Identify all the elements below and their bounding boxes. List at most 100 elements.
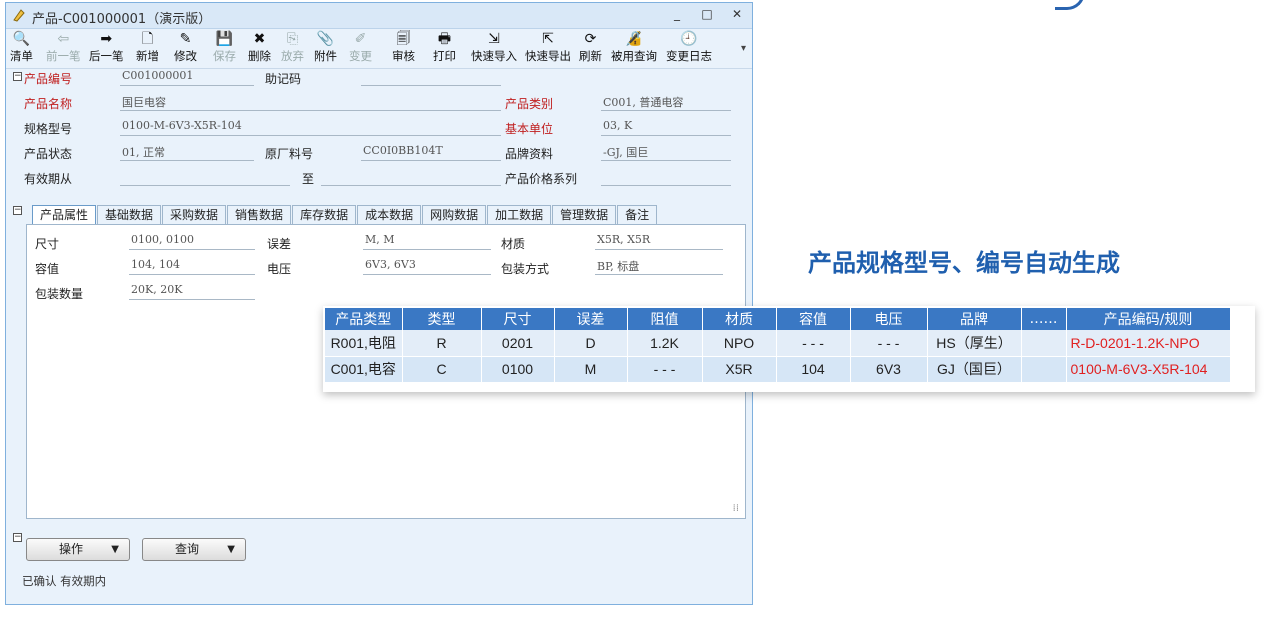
attachment-icon: 📎: [316, 31, 335, 47]
toolbar-button-16[interactable]: 🔏 被用查询: [611, 31, 657, 64]
tab-2[interactable]: 基础数据: [97, 205, 162, 224]
toolbar-button-8[interactable]: ⎘ 放弃: [281, 31, 304, 64]
toolbar-button-6[interactable]: 💾 保存: [213, 31, 236, 64]
valid-to-label: 至: [302, 172, 315, 186]
valid-from-label: 有效期从: [24, 172, 73, 186]
minimize-button[interactable]: _: [668, 7, 686, 23]
factory-part-no-label: 原厂料号: [265, 147, 314, 161]
tab-4[interactable]: 销售数据: [227, 205, 292, 224]
app-icon: [12, 8, 26, 22]
toolbar-button-label: 快速导入: [471, 49, 517, 63]
toolbar-button-3[interactable]: ➡ 后一笔: [89, 31, 124, 64]
print-icon: 🖶: [437, 31, 452, 47]
table-header-cell: 产品类型: [325, 308, 403, 330]
brand-label: 品牌资料: [505, 147, 554, 161]
maximize-button[interactable]: □: [698, 7, 716, 23]
tolerance-field[interactable]: M, M: [363, 233, 491, 250]
capacitance-label: 容值: [35, 262, 60, 276]
close-button[interactable]: ✕: [728, 7, 746, 23]
arrow-left-icon: ⇦: [57, 31, 70, 47]
table-cell: M: [554, 356, 628, 383]
headline: 产品规格型号、编号自动生成: [808, 249, 1120, 277]
table-cell: C: [402, 356, 482, 383]
toolbar-button-label: 变更日志: [666, 49, 712, 63]
save-icon: 💾: [215, 31, 234, 47]
package-field[interactable]: BP, 标盘: [595, 258, 723, 275]
tab-8[interactable]: 加工数据: [487, 205, 552, 224]
base-unit-field[interactable]: 03, K: [601, 119, 731, 136]
toolbar-button-7[interactable]: ✖ 删除: [248, 31, 271, 64]
table-cell: 0100: [481, 356, 555, 383]
capacitance-field[interactable]: 104, 104: [129, 258, 255, 275]
toolbar-overflow-icon[interactable]: ▾: [741, 43, 746, 54]
table-cell: HS（厚生）: [927, 330, 1022, 357]
base-unit-label: 基本单位: [505, 122, 554, 136]
tab-3[interactable]: 采购数据: [162, 205, 227, 224]
brand-field[interactable]: -GJ, 国巨: [601, 144, 731, 161]
table-header-cell: 类型: [402, 308, 482, 330]
table-header-cell: 容值: [776, 308, 851, 330]
product-status-field[interactable]: 01, 正常: [120, 144, 254, 161]
product-code-cell: 0100-M-6V3-X5R-104: [1066, 356, 1231, 383]
tab-9[interactable]: 管理数据: [552, 205, 617, 224]
refresh-icon: ⟳: [584, 31, 597, 47]
query-button[interactable]: 查询 ▼: [142, 538, 246, 561]
product-name-field[interactable]: 国巨电容: [120, 94, 501, 111]
spec-code-table: 产品类型 类型 尺寸 误差 阻值 材质 容值 电压 品牌…… 产品编码/规则 R001,电阻 R 02…: [325, 308, 1231, 383]
valid-from-field[interactable]: [120, 169, 290, 186]
toolbar: 🔍 清单 ⇦ 前一笔 ➡ 后一笔 🗋 新增 ✎ 修改 💾 保存 ✖ 删除 ⎘ 放弃 📎 附件 ✐ 变更 🗐 审核 🖶 打印 ⇲ 快…: [6, 29, 752, 69]
toolbar-button-1[interactable]: 🔍 清单: [10, 31, 33, 64]
product-code-cell: R-D-0201-1.2K-NPO: [1066, 330, 1231, 357]
quick-export-icon: ⇱: [542, 31, 554, 47]
tab-7[interactable]: 网购数据: [422, 205, 487, 224]
toolbar-button-5[interactable]: ✎ 修改: [174, 31, 197, 64]
table-cell: 0201: [481, 330, 555, 357]
collapse-tabs-toggle[interactable]: −: [13, 206, 22, 215]
toolbar-button-10[interactable]: ✐ 变更: [349, 31, 372, 64]
operate-button[interactable]: 操作 ▼: [26, 538, 130, 561]
toolbar-button-4[interactable]: 🗋 新增: [136, 31, 159, 64]
toolbar-button-15[interactable]: ⟳ 刷新: [579, 31, 602, 64]
material-field[interactable]: X5R, X5R: [595, 233, 723, 250]
toolbar-button-label: 清单: [10, 49, 33, 63]
tab-10[interactable]: 备注: [617, 205, 658, 224]
toolbar-button-14[interactable]: ⇱ 快速导出: [525, 31, 571, 64]
collapse-header-toggle[interactable]: −: [13, 72, 22, 81]
tab-5[interactable]: 库存数据: [292, 205, 357, 224]
quick-import-icon: ⇲: [488, 31, 500, 47]
toolbar-button-label: 后一笔: [89, 49, 124, 63]
tab-1[interactable]: 产品属性: [32, 205, 97, 224]
product-window: 产品-C001000001（演示版） _ □ ✕ 🔍 清单 ⇦ 前一笔 ➡ 后一笔 🗋 新增 ✎…: [5, 2, 753, 605]
toolbar-button-11[interactable]: 🗐 审核: [392, 31, 415, 64]
size-field[interactable]: 0100, 0100: [129, 233, 255, 250]
toolbar-button-12[interactable]: 🖶 打印: [433, 31, 456, 64]
edit-icon: ✎: [179, 31, 192, 47]
spec-model-field[interactable]: 0100-M-6V3-X5R-104: [120, 119, 501, 136]
table-cell: D: [554, 330, 628, 357]
table-header-cell: ……: [1021, 308, 1067, 330]
table-header-cell: 阻值: [627, 308, 703, 330]
collapse-actions-toggle[interactable]: −: [13, 533, 22, 542]
mnemonic-field[interactable]: [361, 69, 501, 86]
package-qty-field[interactable]: 20K, 20K: [129, 283, 255, 300]
price-series-field[interactable]: [601, 169, 731, 186]
toolbar-button-label: 刷新: [579, 49, 602, 63]
toolbar-button-13[interactable]: ⇲ 快速导入: [471, 31, 517, 64]
voltage-field[interactable]: 6V3, 6V3: [363, 258, 491, 275]
toolbar-button-9[interactable]: 📎 附件: [314, 31, 337, 64]
tab-bar: 产品属性 基础数据 采购数据 销售数据 库存数据 成本数据 网购数据 加工数据 管理数据 备注: [32, 205, 658, 224]
toolbar-button-2[interactable]: ⇦ 前一笔: [46, 31, 81, 64]
table-header-cell: 品牌: [927, 308, 1022, 330]
product-code-field[interactable]: C001000001: [120, 69, 254, 86]
toolbar-button-17[interactable]: 🕘 变更日志: [666, 31, 712, 64]
factory-part-no-field[interactable]: CC0I0BB104T: [361, 144, 501, 161]
voltage-label: 电压: [267, 262, 292, 276]
valid-to-field[interactable]: [321, 169, 501, 186]
spec-model-label: 规格型号: [24, 122, 73, 136]
usage-query-icon: 🔏: [625, 31, 643, 47]
spec-table-overlay: 产品类型 类型 尺寸 误差 阻值 材质 容值 电压 品牌…… 产品编码/规则 R001,电阻 R 02…: [323, 306, 1255, 392]
tab-6[interactable]: 成本数据: [357, 205, 422, 224]
dropdown-arrow-icon: ▼: [111, 544, 119, 555]
product-category-field[interactable]: C001, 普通电容: [601, 94, 731, 111]
resize-grip-icon[interactable]: ⁞⁞: [733, 503, 739, 514]
